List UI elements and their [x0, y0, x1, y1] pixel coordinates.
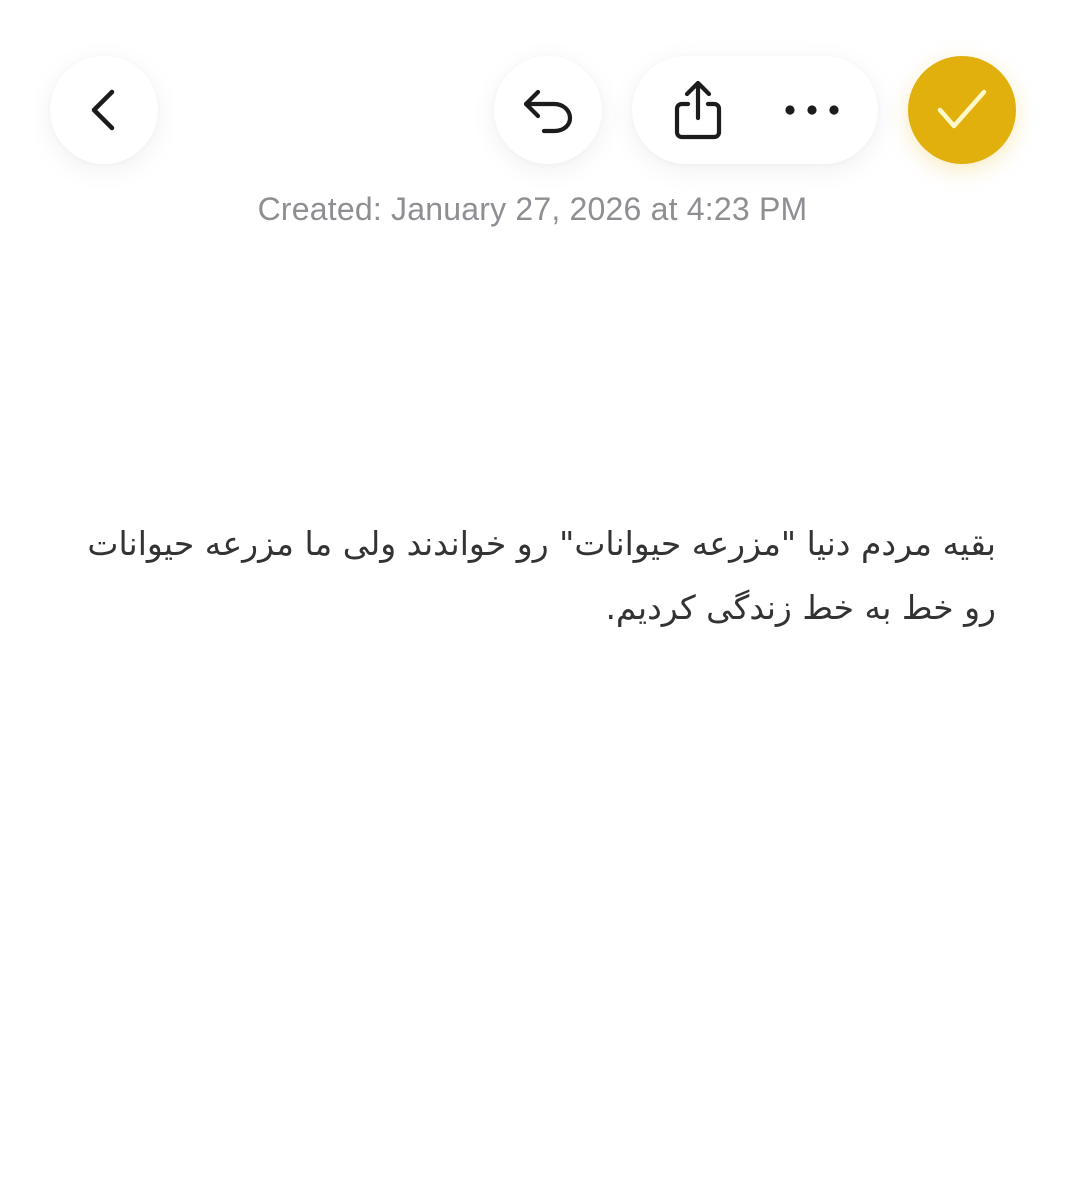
created-date-label: Created: January 27, 2026 at 4:23 PM: [257, 191, 808, 227]
action-pill: [632, 56, 878, 164]
back-button[interactable]: [50, 56, 158, 164]
chevron-left-icon: [84, 86, 124, 134]
ellipsis-icon: [784, 102, 840, 118]
undo-arrow-icon: [520, 82, 576, 138]
checkmark-icon: [936, 88, 988, 132]
more-button[interactable]: [772, 70, 852, 150]
done-button[interactable]: [908, 56, 1016, 164]
undo-button[interactable]: [494, 56, 602, 164]
share-button[interactable]: [658, 70, 738, 150]
note-body-text[interactable]: بقیه مردم دنیا "مزرعه حیوانات" رو خواندن…: [60, 512, 996, 640]
share-icon: [670, 78, 726, 142]
